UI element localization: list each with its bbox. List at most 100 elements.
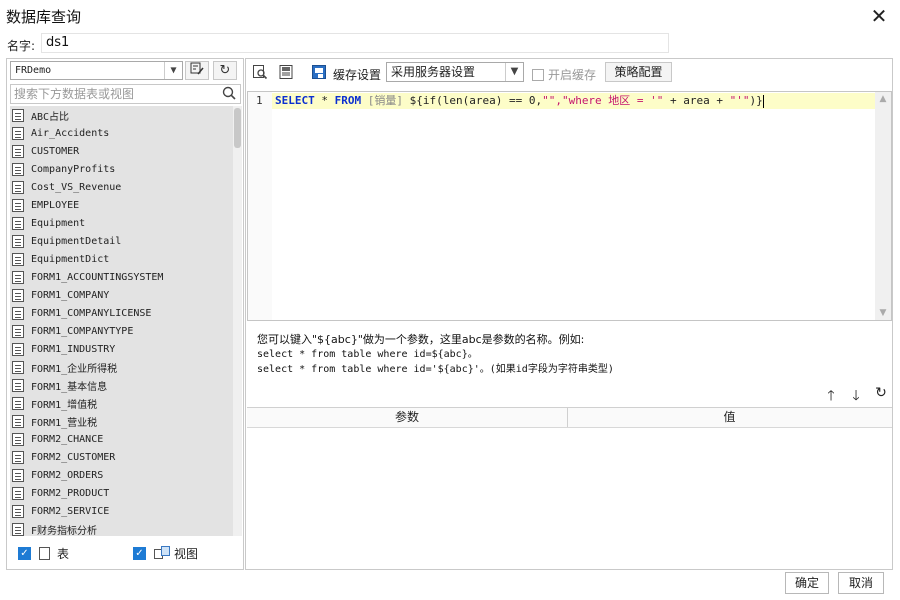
line-number: 1 bbox=[256, 94, 263, 107]
sql-string: "'" bbox=[729, 94, 750, 107]
ok-button[interactable]: 确定 bbox=[785, 572, 829, 594]
table-icon bbox=[12, 342, 24, 356]
table-name: FORM1_基本信息 bbox=[31, 381, 108, 393]
table-list-item[interactable]: FORM2_PRODUCT bbox=[10, 484, 233, 502]
scrollbar-thumb[interactable] bbox=[234, 108, 241, 148]
cache-settings-button[interactable] bbox=[310, 64, 328, 82]
table-list-item[interactable]: FORM2_CUSTOMER bbox=[10, 448, 233, 466]
enable-cache-checkbox[interactable]: 开启缓存 bbox=[532, 66, 596, 83]
checkbox-checked-icon[interactable]: ✓ bbox=[18, 546, 31, 560]
editor-scrollbar[interactable]: ▲ ▼ bbox=[875, 92, 891, 320]
edit-connection-button[interactable] bbox=[185, 61, 209, 80]
table-list-item[interactable]: Cost_VS_Revenue bbox=[10, 178, 233, 196]
table-icon bbox=[12, 450, 24, 464]
table-list-item[interactable]: CUSTOMER bbox=[10, 142, 233, 160]
strategy-config-button[interactable]: 策略配置 bbox=[605, 62, 672, 82]
show-views-toggle[interactable]: ✓ 视图 bbox=[133, 545, 198, 561]
preview-button[interactable] bbox=[251, 64, 269, 82]
table-list-item[interactable]: FORM1_增值税 bbox=[10, 394, 233, 412]
table-list-item[interactable]: FORM2_SERVICE bbox=[10, 502, 233, 520]
sql-text: )} bbox=[749, 94, 763, 107]
table-list-item[interactable]: FORM2_CHANCE bbox=[10, 430, 233, 448]
table-icon bbox=[12, 522, 24, 536]
table-icon bbox=[12, 216, 24, 230]
table-list-item[interactable]: CompanyProfits bbox=[10, 160, 233, 178]
chevron-down-icon[interactable]: ▼ bbox=[505, 63, 523, 81]
table-list-item[interactable]: FORM1_企业所得税 bbox=[10, 358, 233, 376]
table-icon bbox=[12, 126, 24, 140]
chevron-down-icon[interactable]: ▼ bbox=[164, 62, 182, 79]
cache-mode-value: 采用服务器设置 bbox=[391, 65, 476, 79]
hint-line-1: 您可以键入"${abc}"做为一个参数，这里abc是参数的名称。例如: bbox=[257, 333, 585, 346]
checkbox-unchecked-icon[interactable] bbox=[532, 68, 544, 81]
table-name: EquipmentDetail bbox=[31, 235, 122, 247]
enable-cache-label: 开启缓存 bbox=[548, 68, 597, 82]
view-icon bbox=[154, 546, 170, 560]
table-icon bbox=[12, 252, 24, 266]
parameter-hint: 您可以键入"${abc}"做为一个参数，这里abc是参数的名称。例如: sele… bbox=[257, 332, 614, 377]
table-list-item[interactable]: EMPLOYEE bbox=[10, 196, 233, 214]
table-list-item[interactable]: EquipmentDict bbox=[10, 250, 233, 268]
table-name: F财务指标分析 bbox=[31, 525, 98, 537]
table-name: FORM1_增值税 bbox=[31, 399, 98, 411]
table-name: Cost_VS_Revenue bbox=[31, 181, 122, 193]
table-list-item[interactable]: ABC占比 bbox=[10, 106, 233, 124]
cancel-button[interactable]: 取消 bbox=[838, 572, 884, 594]
table-list-item[interactable]: FORM1_COMPANYLICENSE bbox=[10, 304, 233, 322]
table-name: FORM2_CHANCE bbox=[31, 433, 104, 445]
table-list-item[interactable]: F财务指标分析 bbox=[10, 520, 233, 536]
table-list-item[interactable]: FORM2_ORDERS bbox=[10, 466, 233, 484]
table-icon bbox=[12, 306, 24, 320]
table-icon bbox=[12, 180, 24, 194]
search-icon[interactable] bbox=[222, 86, 236, 105]
name-input[interactable]: ds1 bbox=[41, 33, 669, 53]
sql-text: + area + bbox=[663, 94, 730, 107]
table-icon bbox=[12, 432, 24, 446]
table-name: CUSTOMER bbox=[31, 145, 80, 157]
sql-keyword: SELECT bbox=[275, 94, 315, 107]
table-list-item[interactable]: FORM1_INDUSTRY bbox=[10, 340, 233, 358]
table-list-item[interactable]: Equipment bbox=[10, 214, 233, 232]
table-list-item[interactable]: FORM1_基本信息 bbox=[10, 376, 233, 394]
parameter-table-header: 参数 值 bbox=[247, 408, 892, 428]
table-list-item[interactable]: Air_Accidents bbox=[10, 124, 233, 142]
refresh-params-icon[interactable]: ↻ bbox=[873, 385, 889, 401]
table-icon bbox=[12, 108, 24, 122]
name-label: 名字: bbox=[7, 39, 36, 53]
chevron-down-icon[interactable]: ▼ bbox=[875, 308, 891, 318]
sql-text: * bbox=[314, 94, 335, 107]
table-list-item[interactable]: FORM1_营业税 bbox=[10, 412, 233, 430]
table-list-item[interactable]: FORM1_ACCOUNTINGSYSTEM bbox=[10, 268, 233, 286]
chevron-up-icon[interactable]: ▲ bbox=[875, 94, 891, 104]
database-select[interactable]: FRDemo ▼ bbox=[10, 61, 183, 80]
move-up-icon[interactable]: 🡑 bbox=[823, 385, 839, 409]
column-header-value[interactable]: 值 bbox=[569, 408, 890, 427]
close-icon[interactable]: ✕ bbox=[866, 3, 892, 29]
table-browser-panel: FRDemo ▼ ↻ 搜索下方数据表或视图 ABC占比 Air_Accidents… bbox=[6, 58, 244, 570]
table-list-item[interactable]: FORM1_COMPANY bbox=[10, 286, 233, 304]
checkbox-checked-icon[interactable]: ✓ bbox=[133, 546, 146, 560]
table-name: Air_Accidents bbox=[31, 127, 110, 139]
hint-line-3: select * from table where id='${abc}'。(如… bbox=[257, 364, 614, 375]
window-title: 数据库查询 bbox=[6, 8, 82, 26]
table-list-scrollbar[interactable] bbox=[233, 106, 242, 536]
table-list-item[interactable]: FORM1_COMPANYTYPE bbox=[10, 322, 233, 340]
sql-keyword: FROM bbox=[334, 94, 362, 107]
table-icon bbox=[12, 162, 24, 176]
move-down-icon[interactable]: 🡓 bbox=[848, 385, 864, 409]
refresh-button[interactable]: ↻ bbox=[213, 61, 237, 80]
table-name: CompanyProfits bbox=[31, 163, 116, 175]
table-list-item[interactable]: EquipmentDetail bbox=[10, 232, 233, 250]
table-search-input[interactable]: 搜索下方数据表或视图 bbox=[10, 84, 241, 104]
table-name: FORM1_营业税 bbox=[31, 417, 98, 429]
cache-settings-label: 缓存设置 bbox=[333, 68, 382, 82]
sql-line[interactable]: SELECT * FROM [销量] ${if(len(area) == 0,"… bbox=[272, 93, 876, 109]
cache-mode-select[interactable]: 采用服务器设置 ▼ bbox=[386, 62, 524, 82]
table-name: Equipment bbox=[31, 217, 86, 229]
table-name: FORM1_企业所得税 bbox=[31, 363, 118, 375]
show-tables-toggle[interactable]: ✓ 表 bbox=[18, 545, 69, 561]
column-header-param[interactable]: 参数 bbox=[247, 408, 568, 427]
preview-icon bbox=[253, 65, 268, 80]
save-query-button[interactable] bbox=[277, 64, 295, 82]
sql-editor[interactable]: 1 SELECT * FROM [销量] ${if(len(area) == 0… bbox=[247, 91, 892, 321]
